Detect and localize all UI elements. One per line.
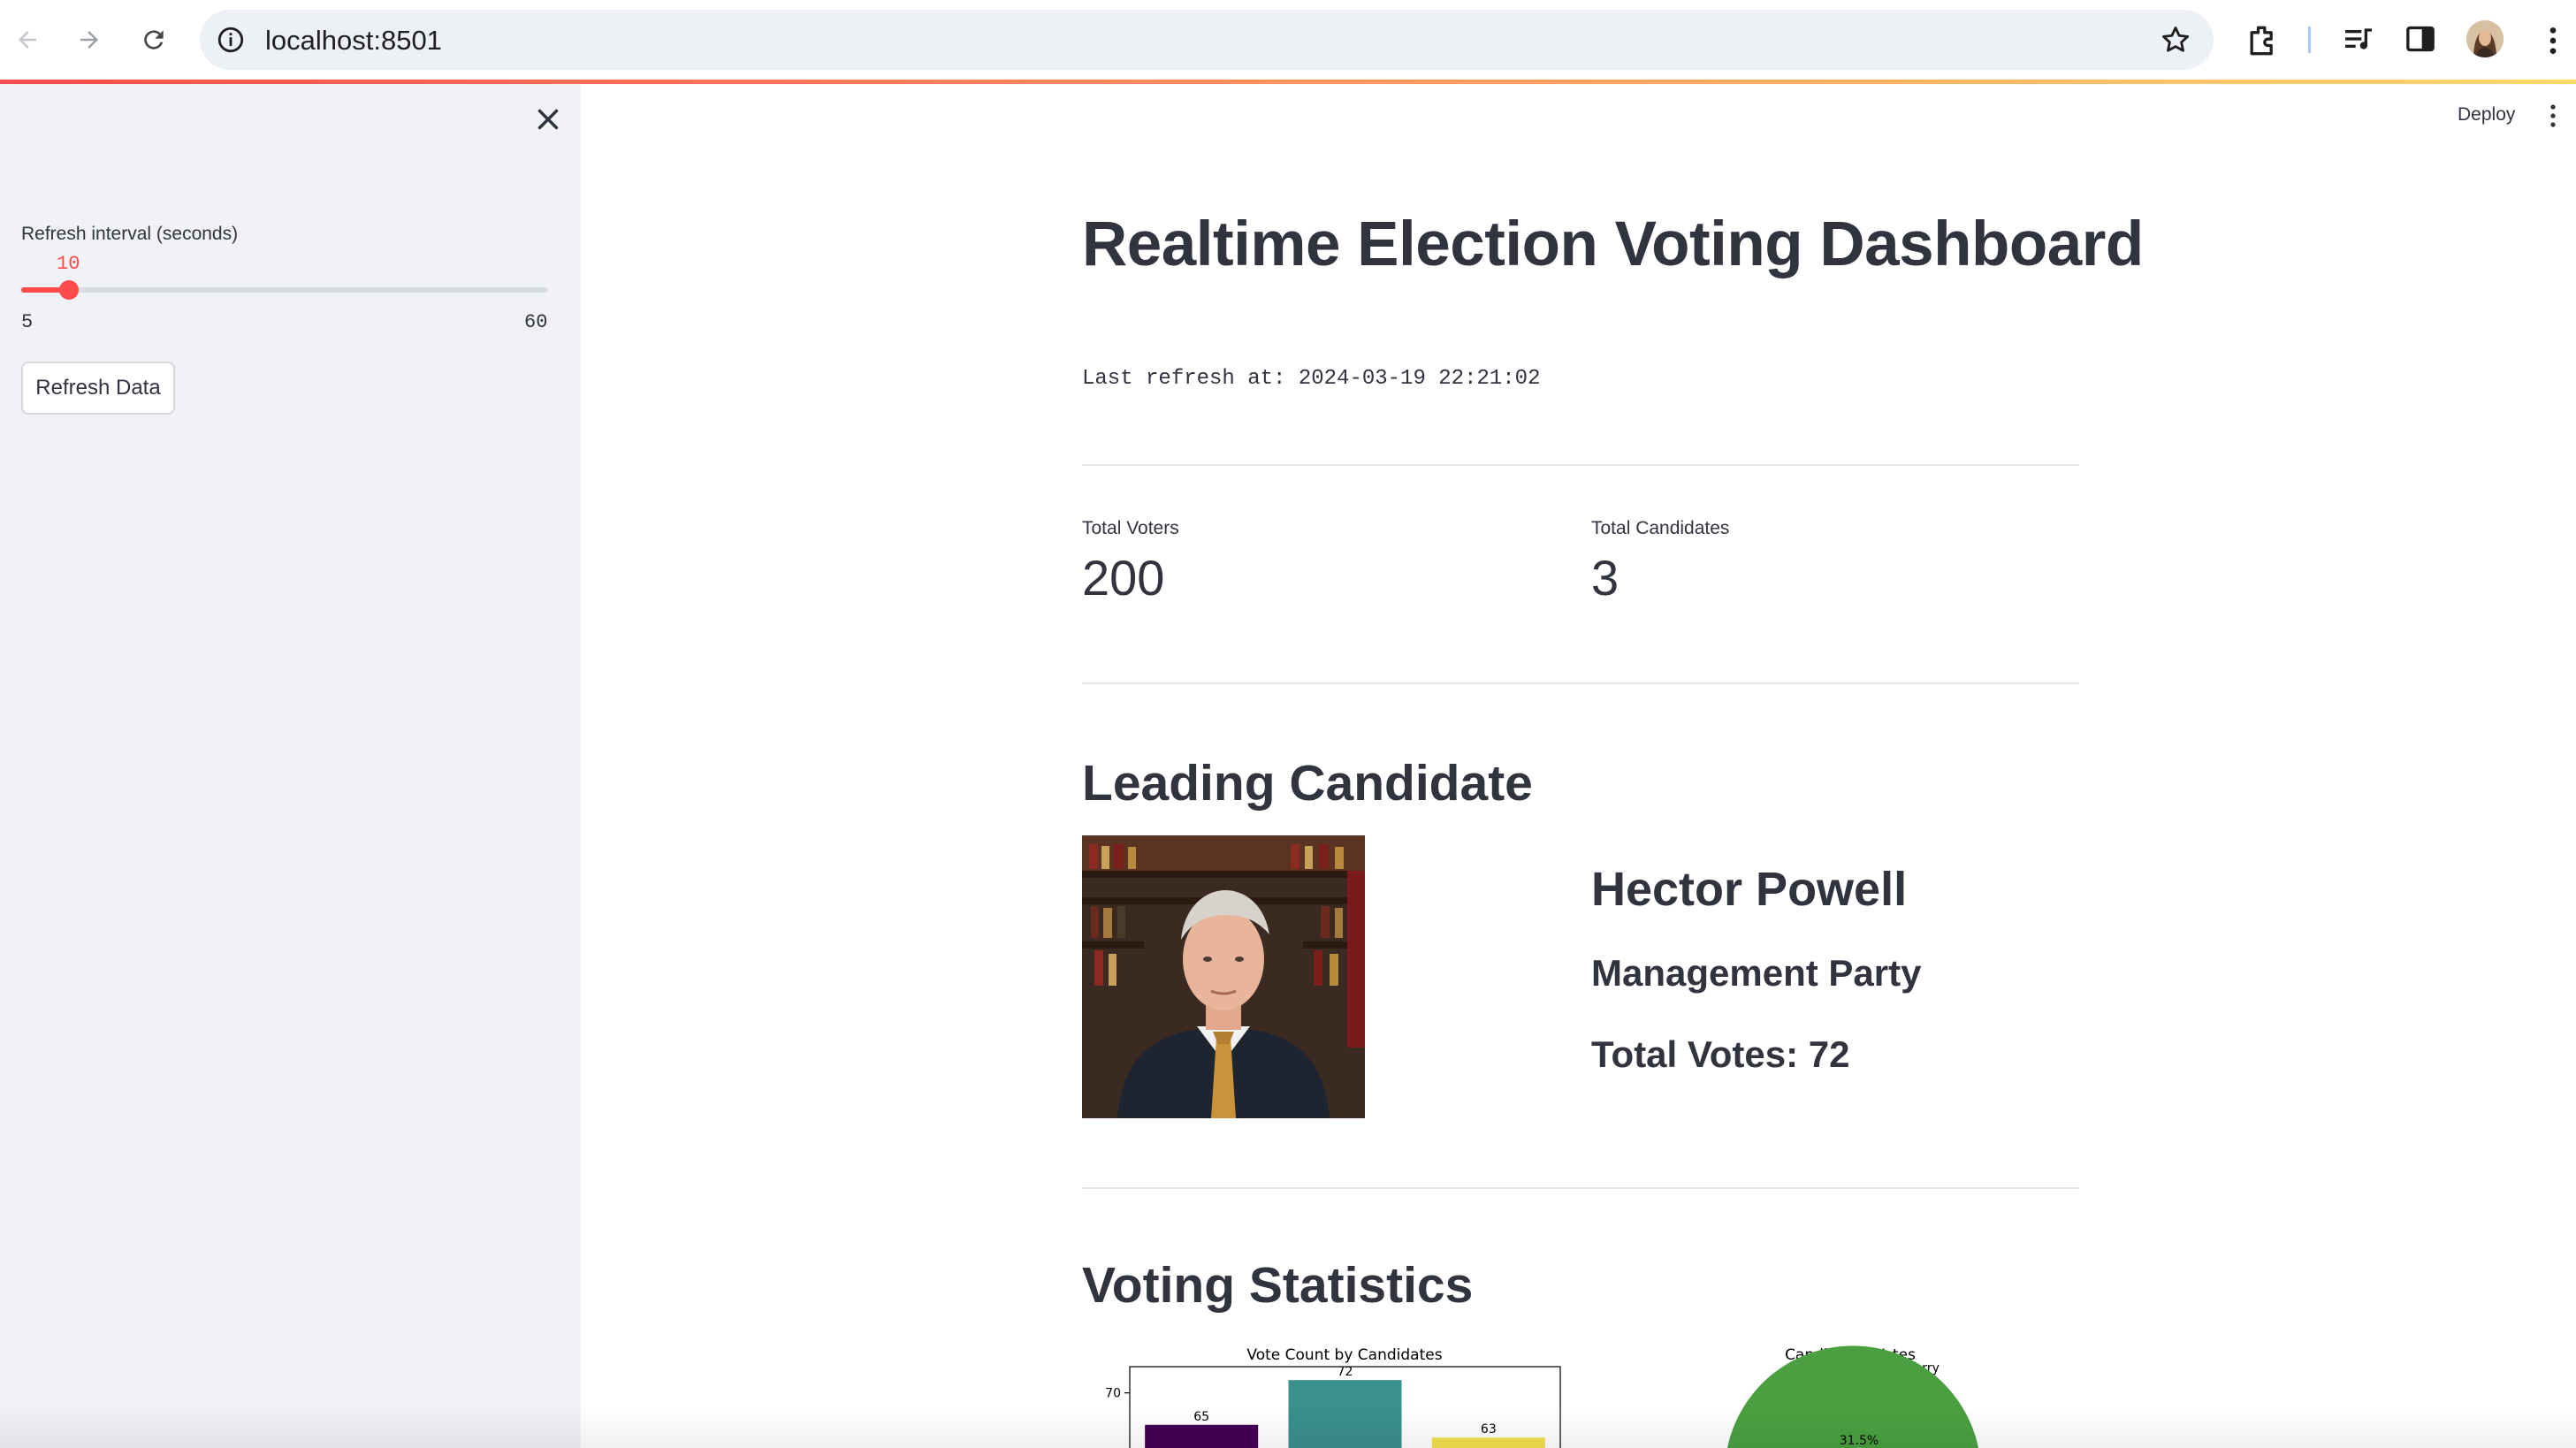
section-heading-voting-statistics: Voting Statistics (1082, 1257, 1474, 1314)
divider (1082, 682, 2079, 684)
bar-value-label-3: 63 (1481, 1422, 1497, 1437)
y-tick-label-1: 70 (1105, 1387, 1121, 1401)
pie-slice-green (1727, 1345, 1978, 1448)
bar-3 (1431, 1437, 1545, 1448)
candidates-votes-pie-chart: Candidates Votes Roger Terry 31.5% (1680, 1340, 2051, 1448)
deploy-button[interactable]: Deploy (2458, 104, 2515, 126)
candidate-photo (1082, 835, 1365, 1118)
media-controls-icon[interactable] (2341, 21, 2376, 57)
slider-current-value: 10 (57, 253, 80, 275)
metric-label-total-candidates: Total Candidates (1591, 518, 1730, 538)
leader-total-votes: Total Votes: 72 (1591, 1033, 1850, 1075)
leader-name: Hector Powell (1591, 863, 1908, 916)
leader-party: Management Party (1591, 952, 1922, 994)
section-heading-leading-candidate: Leading Candidate (1082, 755, 1533, 812)
address-bar[interactable]: localhost:8501 (200, 10, 2214, 70)
toolbar-separator (2308, 27, 2311, 53)
browser-menu-icon[interactable] (2535, 23, 2571, 58)
slider-max-label: 60 (524, 311, 548, 333)
metric-value-total-candidates: 3 (1591, 550, 1620, 606)
metric-label-total-voters: Total Voters (1082, 518, 1179, 538)
main-menu-icon[interactable] (2546, 103, 2560, 129)
bar-2 (1288, 1380, 1402, 1448)
divider (1082, 1187, 2079, 1189)
slider-label: Refresh interval (seconds) (21, 224, 239, 244)
divider (1082, 464, 2079, 466)
bar-value-label-1: 65 (1193, 1410, 1209, 1424)
refresh-data-button[interactable]: Refresh Data (21, 362, 175, 415)
pie-pct-label: 31.5% (1840, 1434, 1879, 1448)
refresh-interval-slider[interactable] (21, 280, 548, 300)
bar-value-label-2: 72 (1338, 1365, 1353, 1379)
slider-min-label: 5 (21, 311, 34, 333)
forward-icon[interactable] (69, 19, 110, 60)
slider-thumb[interactable] (59, 280, 80, 300)
extensions-icon[interactable] (2244, 21, 2283, 60)
metric-value-total-voters: 200 (1082, 550, 1165, 606)
last-refresh-text: Last refresh at: 2024-03-19 22:21:02 (1082, 367, 1541, 391)
browser-toolbar: localhost:8501 (0, 0, 2576, 80)
back-icon[interactable] (7, 19, 48, 60)
close-icon[interactable] (531, 103, 565, 136)
reload-icon[interactable] (133, 19, 174, 60)
vote-count-bar-chart: Vote Count by Candidates 7060 657263 (1082, 1340, 1577, 1448)
side-panel-icon[interactable] (2403, 21, 2438, 57)
profile-avatar[interactable] (2466, 20, 2504, 57)
page-title: Realtime Election Voting Dashboard (1082, 210, 2144, 279)
bar-chart-title: Vote Count by Candidates (1246, 1346, 1442, 1364)
url-text[interactable]: localhost:8501 (265, 25, 442, 57)
sidebar: Refresh interval (seconds) 10 5 60 Refre… (0, 84, 581, 1448)
site-info-icon[interactable] (216, 25, 246, 55)
bar-1 (1145, 1424, 1259, 1448)
bookmark-star-icon[interactable] (2159, 23, 2192, 57)
